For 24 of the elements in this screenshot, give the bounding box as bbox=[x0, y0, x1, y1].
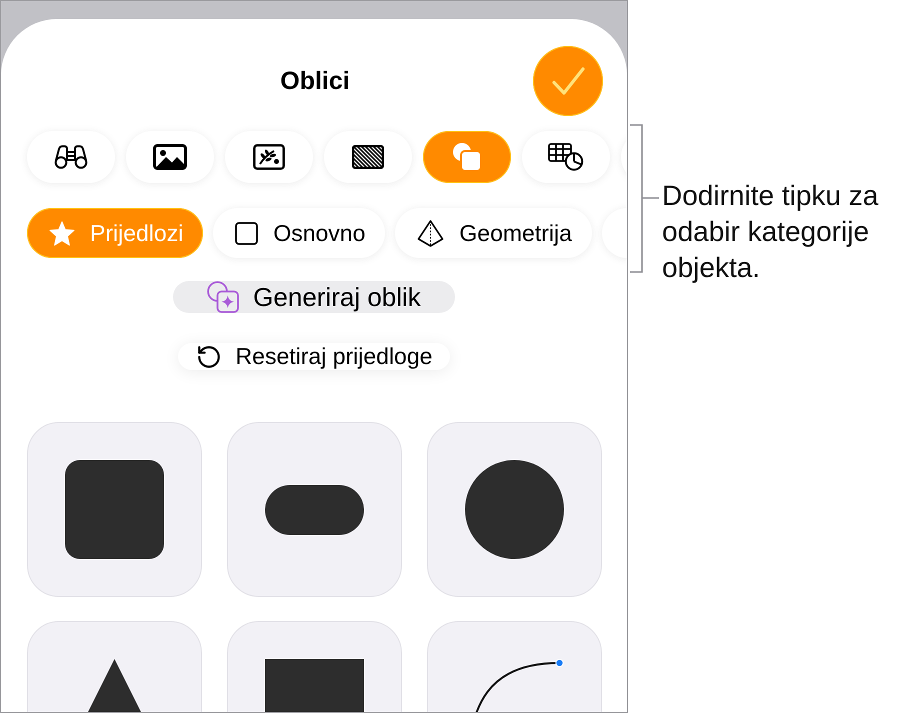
binoculars-icon bbox=[54, 145, 88, 169]
pyramid-icon bbox=[417, 220, 444, 246]
hatched-rectangle-icon bbox=[352, 145, 384, 169]
framed-leaf-icon bbox=[253, 144, 285, 170]
generate-shape-button[interactable]: Generiraj oblik bbox=[173, 281, 455, 313]
sheet-title: Oblici bbox=[280, 66, 350, 96]
rounded-square-icon bbox=[65, 460, 164, 559]
checkmark-icon bbox=[552, 67, 584, 95]
reset-suggestions-button[interactable]: Resetiraj prijedloge bbox=[178, 343, 450, 370]
category-tab[interactable]: Osnovno bbox=[213, 208, 386, 258]
capsule-icon bbox=[265, 484, 364, 534]
circle-icon bbox=[465, 460, 564, 559]
photo-icon bbox=[153, 144, 187, 170]
square-outline-icon bbox=[235, 222, 258, 244]
category-tab[interactable]: Geometrija bbox=[395, 208, 592, 258]
reset-icon bbox=[196, 344, 222, 370]
shape-tile[interactable] bbox=[227, 422, 402, 597]
callout-text: Dodirnite tipku za odabir kategorije objekta. bbox=[662, 179, 880, 285]
star-icon bbox=[49, 220, 75, 246]
generate-shape-icon bbox=[207, 281, 240, 313]
overlapping-shapes-icon bbox=[452, 142, 482, 172]
table-chart-icon bbox=[548, 143, 584, 171]
shape-tile[interactable] bbox=[427, 422, 602, 597]
shape-tile[interactable] bbox=[27, 422, 202, 597]
